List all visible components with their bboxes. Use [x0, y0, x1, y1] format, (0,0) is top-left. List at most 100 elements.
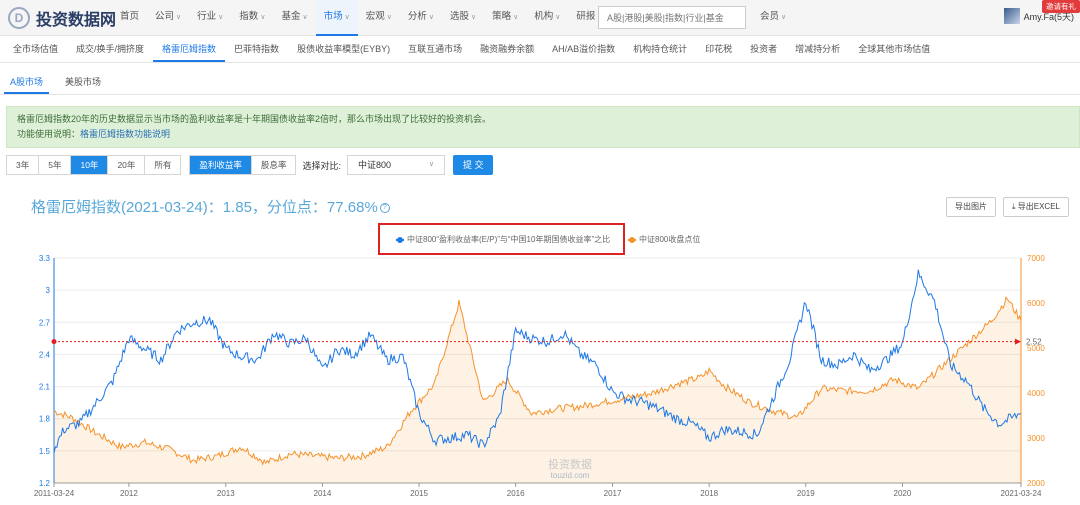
chevron-down-icon: ∨	[344, 14, 350, 21]
chart-title: 格雷厄姆指数(2021-03-24)：1.85，分位点：77.68%?	[31, 196, 390, 217]
site-logo[interactable]: D 投资数据网	[8, 6, 116, 30]
chevron-down-icon: ∨	[260, 14, 266, 21]
chevron-down-icon: ∨	[781, 14, 787, 21]
nav-item[interactable]: 机构 ∨	[526, 0, 568, 36]
chevron-down-icon: ∨	[176, 14, 182, 21]
market-subnav: 全市场估值 成交/换手/拥挤度 格雷厄姆指数 巴菲特指数 股债收益率模型(EYBY) 互联…	[0, 37, 1080, 63]
compare-select[interactable]: 中证800 ∨	[346, 155, 445, 175]
market-tabs: A股市场 美股市场	[0, 71, 1080, 95]
y-left-tick-label: 2.4	[39, 350, 51, 359]
legend-item-index[interactable]: 中证800收盘点位	[628, 234, 700, 245]
x-tick-label: 2018	[700, 489, 718, 498]
subnav-item[interactable]: 互联互通市场	[399, 37, 471, 62]
subnav-item[interactable]: 投资者	[741, 37, 786, 62]
watermark-text: 投资数据	[548, 457, 592, 471]
subnav-item[interactable]: AH/AB溢价指数	[543, 37, 624, 62]
y-right-tick-label: 3000	[1027, 434, 1045, 443]
y-left-tick-label: 2.7	[39, 318, 51, 327]
nav-item[interactable]: 行业 ∨	[189, 0, 231, 36]
nav-item[interactable]: 市场 ∨	[315, 0, 358, 36]
subnav-item[interactable]: 机构持仓统计	[624, 37, 696, 62]
x-tick-label: 2014	[314, 489, 332, 498]
nav-item[interactable]: 指数 ∨	[231, 0, 273, 36]
metric-selector: 盈利收益率 股息率	[189, 155, 297, 175]
market-tab[interactable]: A股市场	[4, 71, 50, 94]
chevron-down-icon: ∨	[428, 161, 434, 168]
notice-text: 格雷厄姆指数20年的历史数据显示当市场的盈利收益率是十年期国债收益率2倍时，那么…	[17, 114, 492, 124]
watermark-url: touzid.com	[551, 471, 590, 480]
submit-button[interactable]: 提 交	[452, 155, 494, 175]
chart-controls: 3年 5年 10年 20年 所有 盈利收益率 股息率 选择对比: 中证800 ∨ 提 交	[6, 155, 494, 175]
metric-button[interactable]: 盈利收益率	[190, 156, 252, 174]
legend-item-ratio[interactable]: 中证800“盈利收益率(E/P)”与“中国10年期国债收益率”之比	[396, 234, 610, 245]
x-tick-label: 2019	[797, 489, 815, 498]
nav-item-label: 策略	[492, 11, 512, 22]
nav-item-label: 基金	[281, 11, 301, 22]
subnav-item[interactable]: 增减持分析	[786, 37, 849, 62]
nav-item-label: 分析	[407, 11, 427, 22]
reference-line-label: 2.52	[1026, 338, 1042, 347]
nav-item-label: 研报	[576, 11, 596, 22]
export-excel-button[interactable]: ⤓ 导出EXCEL	[1003, 197, 1069, 217]
invite-badge[interactable]: 邀请有礼	[1042, 0, 1080, 13]
subnav-item[interactable]: 巴菲特指数	[225, 37, 288, 62]
compare-label: 选择对比:	[302, 160, 341, 171]
x-tick-label: 2012	[120, 489, 138, 498]
chevron-down-icon: ∨	[218, 14, 224, 21]
subnav-item[interactable]: 成交/换手/拥挤度	[67, 37, 153, 62]
subnav-item[interactable]: 格雷厄姆指数	[153, 37, 226, 62]
x-tick-label: 2013	[217, 489, 235, 498]
nav-item[interactable]: 分析 ∨	[400, 0, 442, 36]
y-right-tick-label: 6000	[1027, 299, 1045, 308]
export-image-button[interactable]: 导出图片	[946, 197, 996, 217]
y-left-tick-label: 1.8	[39, 415, 51, 424]
help-link[interactable]: 格雷厄姆指数功能说明	[80, 129, 170, 139]
period-button[interactable]: 3年	[7, 156, 40, 174]
nav-item-label: 行业	[197, 11, 217, 22]
period-button[interactable]: 10年	[71, 156, 109, 174]
x-tick-label: 2016	[507, 489, 525, 498]
x-tick-label: 2011-03-24	[34, 489, 75, 498]
subnav-item[interactable]: 印花税	[696, 37, 741, 62]
legend-label-ratio: 中证800“盈利收益率(E/P)”与“中国10年期国债收益率”之比	[407, 235, 611, 244]
help-icon[interactable]: ?	[379, 203, 390, 214]
subnav-item[interactable]: 股债收益率模型(EYBY)	[288, 37, 399, 62]
subnav-item[interactable]: 融资融券余额	[471, 37, 543, 62]
reference-line-start-marker	[51, 339, 57, 345]
nav-item-label: 指数	[239, 11, 259, 22]
main-nav: 首页公司∨行业∨指数∨基金∨市场∨宏观∨分析∨选股∨策略∨机构∨研报∨常识	[112, 0, 646, 36]
y-right-tick-label: 7000	[1027, 254, 1045, 263]
site-name: 投资数据网	[36, 12, 117, 29]
compare-value: 中证800	[357, 160, 391, 170]
nav-item[interactable]: 首页	[112, 0, 147, 36]
y-left-tick-label: 1.5	[39, 447, 51, 456]
metric-button[interactable]: 股息率	[251, 156, 296, 174]
vip-menu[interactable]: 会员 ∨	[760, 0, 786, 35]
nav-item[interactable]: 策略 ∨	[484, 0, 526, 36]
period-button[interactable]: 所有	[145, 156, 181, 174]
info-notice: 格雷厄姆指数20年的历史数据显示当市场的盈利收益率是十年期国债收益率2倍时，那么…	[6, 106, 1080, 148]
y-left-tick-label: 3	[46, 286, 51, 295]
nav-item[interactable]: 宏观 ∨	[358, 0, 400, 36]
subnav-item[interactable]: 全球其他市场估值	[849, 37, 939, 62]
notice-help-label: 功能使用说明：	[17, 129, 81, 139]
logo-icon: D	[8, 7, 30, 29]
legend-dot-icon	[397, 236, 403, 243]
market-tab[interactable]: 美股市场	[59, 71, 107, 94]
chevron-down-icon: ∨	[555, 14, 561, 21]
period-button[interactable]: 20年	[108, 156, 146, 174]
x-tick-label: 2020	[894, 489, 912, 498]
avatar	[1003, 8, 1020, 24]
vip-label: 会员	[760, 11, 780, 22]
y-left-tick-label: 1.2	[39, 479, 51, 488]
nav-item[interactable]: 基金 ∨	[273, 0, 315, 36]
nav-item[interactable]: 公司 ∨	[147, 0, 189, 36]
search-input[interactable]	[598, 6, 746, 29]
nav-item-label: 宏观	[365, 11, 385, 22]
period-button[interactable]: 5年	[39, 156, 72, 174]
nav-item-label: 首页	[120, 11, 140, 22]
subnav-item[interactable]: 全市场估值	[4, 37, 67, 62]
graham-index-chart: 1.21.51.82.12.42.733.3200030004000500060…	[34, 254, 1046, 498]
nav-item[interactable]: 选股 ∨	[442, 0, 484, 36]
nav-item-label: 机构	[534, 11, 554, 22]
